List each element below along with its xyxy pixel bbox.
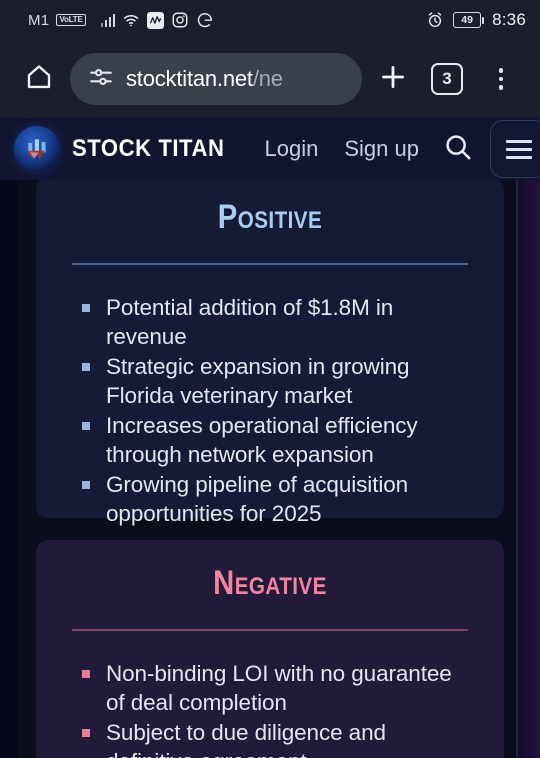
stock-titan-logo-icon — [14, 126, 60, 172]
plus-icon — [377, 61, 409, 98]
new-tab-button[interactable] — [366, 61, 420, 98]
negative-points-list: Non-binding LOI with no guarantee of dea… — [36, 659, 504, 758]
login-link[interactable]: Login — [252, 136, 332, 162]
signal-bars-icon — [100, 13, 116, 27]
page-settings-icon[interactable] — [88, 64, 114, 95]
search-icon — [442, 131, 474, 168]
browser-menu-button[interactable] — [474, 68, 528, 90]
alarm-icon — [426, 11, 444, 29]
list-item: Growing pipeline of acquisition opportun… — [80, 470, 474, 528]
browser-toolbar: stocktitan.net/ne 3 — [0, 40, 540, 118]
home-button[interactable] — [12, 62, 66, 97]
positive-card: Positive Potential addition of $1.8M in … — [36, 178, 504, 526]
hamburger-menu-icon — [506, 139, 532, 159]
positive-points-list: Potential addition of $1.8M in revenue S… — [36, 293, 504, 528]
address-bar[interactable]: stocktitan.net/ne — [70, 53, 362, 105]
google-icon — [196, 11, 214, 29]
instagram-icon — [171, 11, 189, 29]
battery-percent-label: 49 — [461, 13, 473, 26]
url-text: stocktitan.net/ne — [126, 66, 283, 92]
negative-card-divider — [72, 629, 468, 631]
list-item: Increases operational efficiency through… — [80, 411, 474, 469]
phone-screen: M1 VoLTE 49 8:36 stocktitan.net/ne 3 STO… — [0, 0, 540, 758]
battery-indicator: 49 — [453, 12, 485, 28]
status-bar: M1 VoLTE 49 8:36 — [0, 0, 540, 40]
tab-count-badge: 3 — [431, 63, 463, 95]
positive-card-divider — [72, 263, 468, 265]
home-icon — [24, 62, 54, 97]
site-menu-button[interactable] — [490, 120, 540, 178]
list-item: Non-binding LOI with no guarantee of dea… — [80, 659, 474, 717]
stock-app-icon — [147, 11, 165, 29]
article-sentiment-section: Positive Potential addition of $1.8M in … — [0, 178, 540, 758]
negative-card: Negative Non-binding LOI with no guarant… — [36, 540, 504, 758]
url-domain: stocktitan.net — [126, 66, 253, 91]
search-button[interactable] — [432, 131, 484, 168]
signup-link[interactable]: Sign up — [331, 136, 432, 162]
status-bar-left: M1 VoLTE — [28, 11, 214, 29]
wifi-icon — [122, 11, 140, 29]
three-dot-menu-icon — [498, 68, 504, 90]
volte-badge: VoLTE — [56, 14, 86, 26]
list-item: Subject to due diligence and definitive … — [80, 718, 474, 758]
clock-label: 8:36 — [492, 10, 526, 29]
positive-card-title: Positive — [217, 198, 323, 236]
list-item: Potential addition of $1.8M in revenue — [80, 293, 474, 351]
site-logo[interactable]: STOCK TITAN — [14, 126, 238, 172]
site-nav: Login Sign up — [252, 120, 540, 178]
status-bar-right: 49 8:36 — [426, 10, 526, 30]
tab-switcher-button[interactable]: 3 — [420, 63, 474, 95]
carrier-label: M1 — [28, 11, 50, 29]
negative-card-title: Negative — [213, 564, 327, 602]
site-header: STOCK TITAN Login Sign up — [0, 118, 540, 180]
brand-name: STOCK TITAN — [72, 135, 225, 162]
list-item: Strategic expansion in growing Florida v… — [80, 352, 474, 410]
url-path: /ne — [252, 66, 283, 91]
web-page-viewport: STOCK TITAN Login Sign up Positive Poten… — [0, 118, 540, 758]
